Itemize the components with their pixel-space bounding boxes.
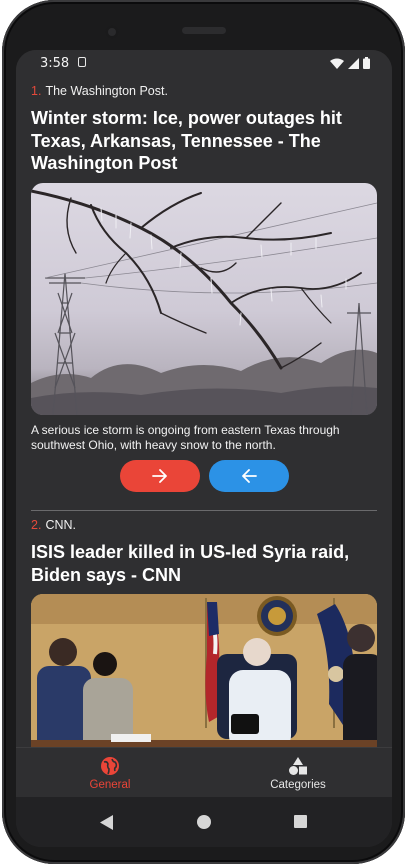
article-card: 1. The Washington Post. Winter storm: Ice…	[31, 84, 377, 454]
globe-icon	[101, 756, 119, 775]
previous-article-button[interactable]	[209, 460, 289, 492]
nav-label-general: General	[89, 778, 131, 791]
wifi-icon	[330, 58, 344, 69]
article-description: A serious ice storm is ongoing from east…	[31, 422, 340, 453]
ice-branches-illustration	[31, 189, 377, 415]
article-source-line: 2. CNN.	[31, 518, 377, 532]
shapes-icon	[289, 756, 307, 775]
news-feed[interactable]: 1. The Washington Post. Winter storm: Ice…	[16, 76, 392, 747]
arrow-right-icon	[152, 469, 167, 483]
front-camera	[105, 25, 119, 39]
status-icons	[330, 57, 370, 69]
article-index: 1.	[31, 84, 42, 98]
article-image[interactable]	[31, 182, 377, 415]
article-divider	[31, 510, 377, 511]
nav-tab-general[interactable]: General	[16, 748, 204, 798]
article-source: CNN.	[45, 518, 76, 532]
article-title[interactable]: ISIS leader killed in US-led Syria raid,…	[31, 541, 377, 586]
status-bar: 3:58	[16, 50, 392, 76]
signal-icon	[348, 57, 359, 69]
article-card: 2. CNN. ISIS leader killed in US-led Syri…	[31, 518, 377, 747]
article-source: The Washington Post.	[45, 84, 168, 98]
back-icon[interactable]	[100, 815, 113, 830]
battery-icon	[363, 57, 370, 69]
home-icon[interactable]	[197, 815, 211, 829]
article-image[interactable]	[31, 594, 377, 747]
phone-frame: 3:58 1. The Washington Post. Winter storm…	[2, 0, 405, 864]
article-title[interactable]: Winter storm: Ice, power outages hit Tex…	[31, 107, 377, 175]
next-article-button[interactable]	[120, 460, 200, 492]
nav-label-categories: Categories	[270, 778, 326, 791]
recents-icon[interactable]	[294, 815, 307, 828]
article-source-line: 1. The Washington Post.	[31, 84, 377, 98]
arrow-left-icon	[242, 469, 257, 483]
sim-card-icon	[78, 57, 86, 67]
status-time: 3:58	[40, 56, 70, 71]
earpiece-speaker	[182, 27, 226, 34]
article-index: 2.	[31, 518, 42, 532]
system-navigation-bar	[16, 797, 392, 847]
bottom-navigation: General Categories	[16, 747, 392, 798]
screen: 3:58 1. The Washington Post. Winter storm…	[16, 50, 392, 847]
situation-room-illustration	[31, 594, 377, 747]
nav-tab-categories[interactable]: Categories	[204, 748, 392, 798]
